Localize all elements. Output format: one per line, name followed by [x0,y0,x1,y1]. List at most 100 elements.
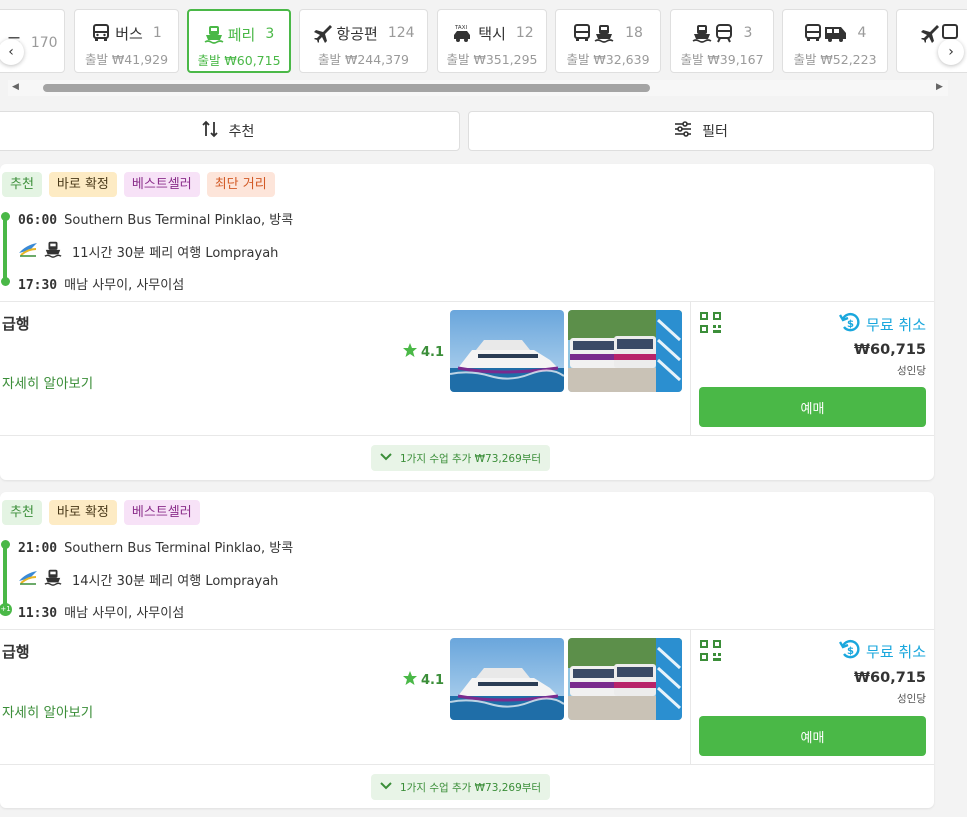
refund-icon: $ [839,311,861,337]
departure: 06:00 Southern Bus Terminal Pinklao, 방콕 [18,209,293,228]
chevron-right-icon: › [948,44,954,60]
tab-count: 3 [265,26,275,42]
tab-price: 출발 ₩39,167 [680,52,764,67]
rating-value: 4.1 [421,344,445,360]
ferry-photo[interactable] [450,638,564,720]
tab-bus-ferry[interactable]: 18 출발 ₩32,639 [555,9,661,73]
tab-flight[interactable]: 항공편 124 출발 ₩244,379 [299,9,428,73]
free-cancel-label: 무료 취소 [866,642,926,661]
bus-photo[interactable] [568,310,682,392]
trip-duration: 14시간 30분 페리 여행 Lomprayah [72,573,279,589]
price-unit: 성인당 [897,693,926,705]
price: ₩60,715 [854,670,926,686]
tab-count: 124 [387,25,415,41]
bus-photo[interactable] [568,638,682,720]
addons-toggle[interactable]: 1가지 수업 추가 ₩73,269부터 [371,774,551,800]
badge-bestseller: 베스트셀러 [123,500,200,525]
svg-text:$: $ [847,646,854,657]
taxi-icon: TAXI [450,23,474,43]
addons-toggle[interactable]: 1가지 수업 추가 ₩73,269부터 [371,445,551,471]
trip-info: 14시간 30분 페리 여행 Lomprayah [18,568,278,590]
arrive-time: 11:30 [18,606,58,621]
arrive-time: 17:30 [18,278,58,293]
sort-label: 추천 [228,124,255,140]
tab-price: 출발 ₩41,929 [84,52,169,67]
operator-logo-icon [18,569,38,589]
arrive-place: 매남 사무이, 사무이섬 [64,278,185,293]
depart-place: Southern Bus Terminal Pinklao, 방콕 [64,541,294,556]
arrive-dot [1,277,10,286]
tab-label: 페리 [227,25,256,44]
plane-icon [312,23,333,43]
badge-shortest: 최단 거리 [206,172,275,197]
arrival: 17:30 매남 사무이, 사무이섬 [18,274,184,293]
depart-dot [1,212,10,221]
badge-bestseller: 베스트셀러 [123,172,200,197]
tab-count: 1 [152,25,162,41]
divider [0,435,934,436]
book-button[interactable]: 예매 [699,716,926,756]
filter-icon [674,120,692,142]
tab-bus-van[interactable]: 4 출발 ₩52,223 [782,9,888,73]
addons-label: 1가지 수업 추가 ₩73,269부터 [400,781,542,794]
badge-instant-confirm: 바로 확정 [48,500,117,525]
mode-tabs: ☰ 170 버스 1 출발 ₩41,929 페리 3 출발 ₩60,715 [0,0,967,100]
star-icon [402,670,418,690]
filter-button[interactable]: 필터 [468,111,934,151]
arrive-place: 매남 사무이, 사무이섬 [64,606,185,621]
tab-label: 버스 [115,24,143,43]
tab-ferry-train[interactable]: 3 출발 ₩39,167 [670,9,774,73]
rating-value: 4.1 [421,672,445,688]
divider [690,629,691,764]
arrival: 11:30 매남 사무이, 사무이섬 [18,602,184,621]
divider [0,301,934,302]
scroll-arrow-left-icon[interactable]: ◀ [12,82,19,92]
trip-info: 11시간 30분 페리 여행 Lomprayah [18,240,278,262]
bus-ferry-icon [573,23,615,43]
tab-count: 3 [743,25,753,41]
tab-price: 출발 ₩52,223 [793,52,877,67]
star-icon [402,342,418,362]
scroll-arrow-right-icon[interactable]: ▶ [936,82,943,92]
depart-place: Southern Bus Terminal Pinklao, 방콕 [64,213,294,228]
badge-row: 추천 바로 확정 베스트셀러 최단 거리 [2,172,275,197]
horizontal-scrollbar[interactable]: ◀ ▶ [8,80,948,96]
ferry-icon [44,240,62,262]
chevron-left-icon: ‹ [8,44,14,60]
price-unit: 성인당 [897,365,926,377]
svg-text:TAXI: TAXI [454,25,467,31]
details-link[interactable]: 자세히 알아보기 [2,372,93,392]
addons-label: 1가지 수업 추가 ₩73,269부터 [400,452,542,465]
book-button[interactable]: 예매 [699,387,926,427]
tab-price: 출발 ₩244,379 [317,52,410,67]
sort-button[interactable]: 추천 [0,111,460,151]
result-card: 추천 바로 확정 베스트셀러 +1 21:00 Southern Bus Term… [0,492,934,808]
seat-class: 급행 [2,315,30,333]
tab-ferry[interactable]: 페리 3 출발 ₩60,715 [187,9,291,73]
qr-code-icon [700,312,721,337]
tab-count: 18 [625,25,643,41]
next-day-dot: +1 [0,603,12,616]
seat-class: 급행 [2,643,30,661]
free-cancel: $ 무료 취소 [839,311,926,337]
ferry-train-icon [692,23,734,43]
scroll-right-button[interactable]: › [938,39,964,65]
badge-row: 추천 바로 확정 베스트셀러 [2,500,200,525]
tab-price: 출발 ₩60,715 [197,53,281,68]
tab-count: 4 [857,25,867,41]
scrollbar-thumb[interactable] [43,84,650,92]
chevron-down-icon [380,452,392,464]
free-cancel: $ 무료 취소 [839,638,926,664]
ferry-icon [44,568,62,590]
tab-taxi[interactable]: TAXI 택시 12 출발 ₩351,295 [437,9,547,73]
free-cancel-label: 무료 취소 [866,315,926,334]
tab-count: 170 [30,35,58,51]
details-link[interactable]: 자세히 알아보기 [2,701,93,721]
tab-bus[interactable]: 버스 1 출발 ₩41,929 [74,9,179,73]
trip-duration: 11시간 30분 페리 여행 Lomprayah [72,245,279,261]
chevron-down-icon [380,781,392,793]
ferry-photo[interactable] [450,310,564,392]
divider [0,629,934,630]
tab-count: 12 [515,25,534,41]
depart-time: 21:00 [18,541,58,556]
